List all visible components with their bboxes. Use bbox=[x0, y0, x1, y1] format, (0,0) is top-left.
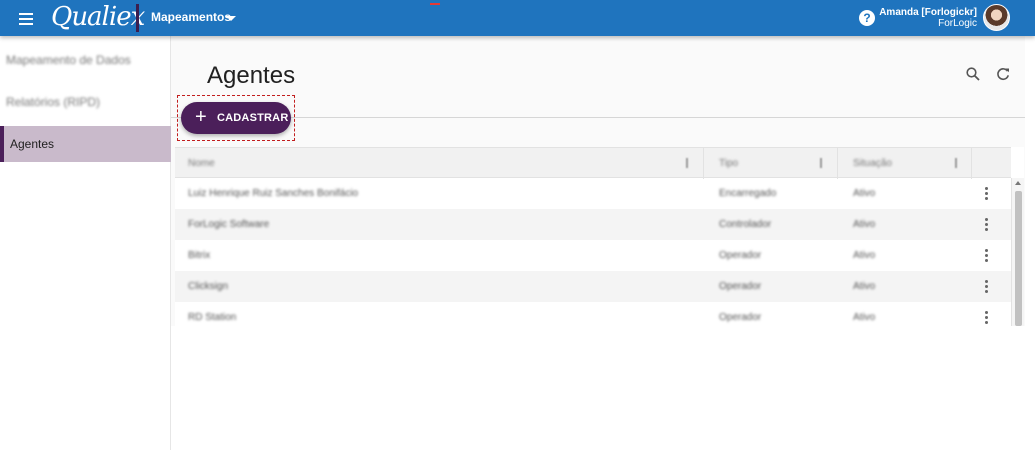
sidebar-item-mapeamento[interactable]: Mapeamento de Dados bbox=[0, 42, 171, 78]
cadastrar-button[interactable]: + CADASTRAR bbox=[181, 102, 291, 134]
more-options-icon[interactable] bbox=[983, 186, 989, 202]
column-separator bbox=[837, 148, 838, 179]
cell-situacao: Ativo bbox=[853, 312, 876, 323]
search-icon[interactable] bbox=[966, 67, 980, 81]
logo-divider bbox=[136, 4, 139, 32]
cell-nome: Bitrix bbox=[188, 250, 211, 261]
more-options-icon[interactable] bbox=[983, 217, 989, 233]
column-header-nome[interactable]: Nome bbox=[188, 148, 215, 179]
plus-icon: + bbox=[195, 106, 207, 128]
divider bbox=[171, 117, 1025, 118]
sort-icon[interactable] bbox=[686, 158, 688, 168]
column-header-tipo[interactable]: Tipo bbox=[719, 148, 738, 179]
table-row[interactable]: Luiz Henrique Ruiz Sanches Bonifácio Enc… bbox=[175, 178, 1011, 209]
cadastrar-label: CADASTRAR bbox=[217, 112, 289, 124]
help-icon[interactable]: ? bbox=[859, 10, 875, 26]
table-scrollbar[interactable] bbox=[1011, 178, 1024, 326]
cell-situacao: Ativo bbox=[853, 250, 876, 261]
cell-tipo: Encarregado bbox=[719, 188, 777, 199]
more-options-icon[interactable] bbox=[983, 248, 989, 264]
cell-situacao: Ativo bbox=[853, 281, 876, 292]
menu-icon[interactable] bbox=[16, 8, 38, 28]
table-row[interactable]: RD Station Operador Ativo bbox=[175, 302, 1011, 326]
sidebar-item-relatorios[interactable]: Relatórios (RIPD) bbox=[0, 84, 171, 120]
sidebar: Mapeamento de Dados Relatórios (RIPD) Ag… bbox=[0, 36, 171, 450]
main-content: Agentes + CADASTRAR Nome Tipo Situação L… bbox=[171, 36, 1025, 326]
scroll-up-arrow-icon[interactable] bbox=[1015, 181, 1021, 185]
cell-nome: Clicksign bbox=[188, 281, 229, 292]
notification-indicator bbox=[430, 3, 440, 5]
cell-tipo: Controlador bbox=[719, 219, 772, 230]
refresh-icon[interactable] bbox=[996, 67, 1010, 81]
table-header: Nome Tipo Situação bbox=[175, 147, 1011, 179]
avatar[interactable] bbox=[983, 4, 1010, 31]
cell-situacao: Ativo bbox=[853, 219, 876, 230]
sort-icon[interactable] bbox=[955, 158, 957, 168]
cell-tipo: Operador bbox=[719, 312, 762, 323]
more-options-icon[interactable] bbox=[983, 279, 989, 295]
sort-icon[interactable] bbox=[820, 158, 822, 168]
more-options-icon[interactable] bbox=[983, 310, 989, 326]
top-app-bar: Qualiex Mapeamentos ? Amanda [Forlogickr… bbox=[0, 0, 1035, 36]
cell-situacao: Ativo bbox=[853, 188, 876, 199]
cell-nome: ForLogic Software bbox=[188, 219, 270, 230]
table-row[interactable]: ForLogic Software Controlador Ativo bbox=[175, 209, 1011, 240]
cell-tipo: Operador bbox=[719, 281, 762, 292]
page-title: Agentes bbox=[207, 62, 296, 89]
cell-nome: RD Station bbox=[188, 312, 237, 323]
user-organization: ForLogic bbox=[938, 18, 977, 29]
table-row[interactable]: Clicksign Operador Ativo bbox=[175, 271, 1011, 302]
scrollbar-thumb[interactable] bbox=[1015, 191, 1022, 326]
column-separator bbox=[703, 148, 704, 179]
module-selector[interactable]: Mapeamentos bbox=[151, 10, 231, 24]
user-name[interactable]: Amanda [Forlogickr] bbox=[879, 7, 977, 18]
cell-tipo: Operador bbox=[719, 250, 762, 261]
chevron-down-icon[interactable] bbox=[226, 16, 236, 21]
brand-logo[interactable]: Qualiex bbox=[51, 2, 145, 32]
table-row[interactable]: Bitrix Operador Ativo bbox=[175, 240, 1011, 271]
column-separator bbox=[971, 148, 972, 179]
sidebar-item-agentes[interactable]: Agentes bbox=[0, 126, 171, 162]
cell-nome: Luiz Henrique Ruiz Sanches Bonifácio bbox=[188, 188, 359, 199]
agents-table: Nome Tipo Situação Luiz Henrique Ruiz Sa… bbox=[175, 147, 1024, 326]
column-header-situacao[interactable]: Situação bbox=[853, 148, 892, 179]
